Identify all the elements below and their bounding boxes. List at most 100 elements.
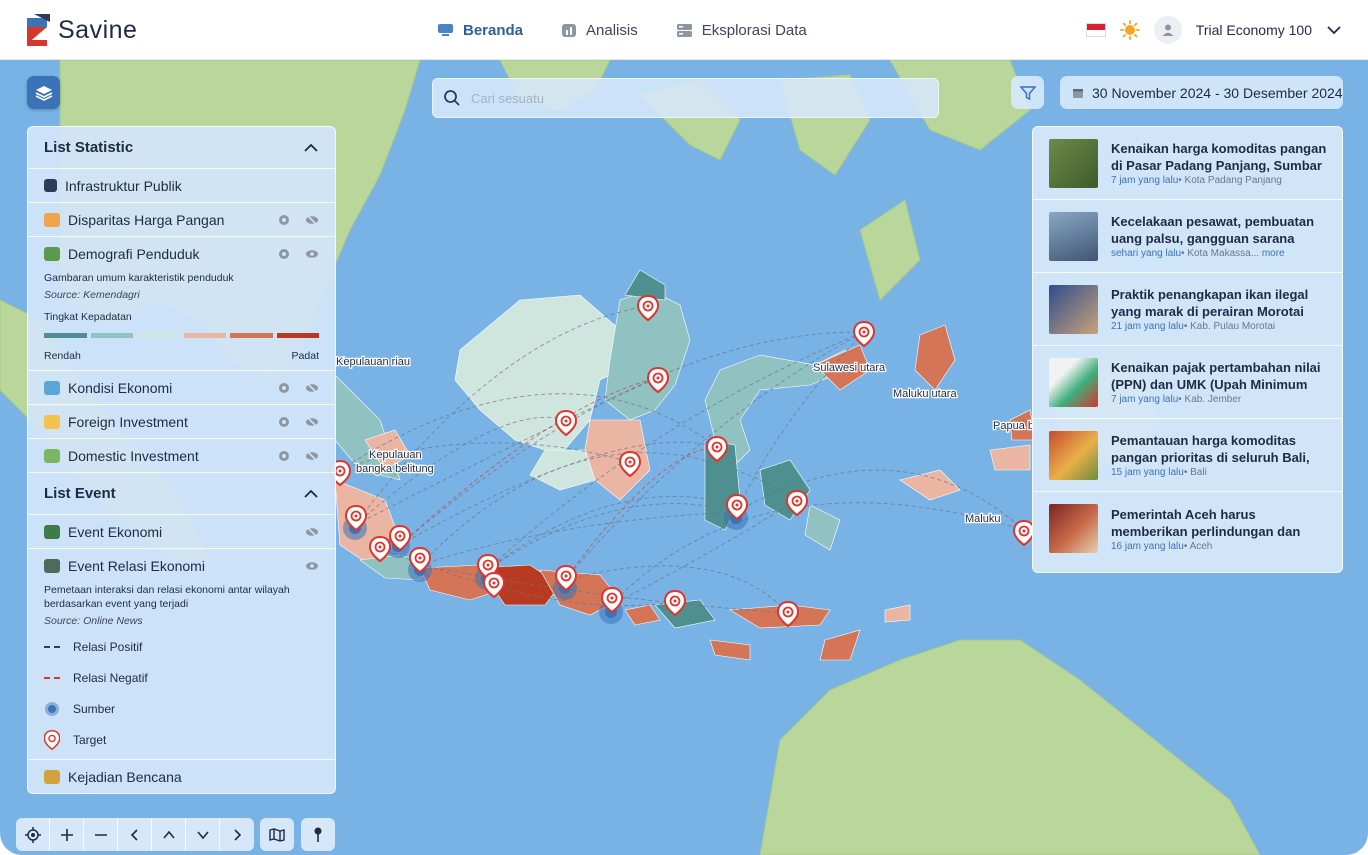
eye-off-icon[interactable]: [305, 415, 319, 429]
eye-icon[interactable]: [305, 247, 319, 261]
pan-right-button[interactable]: [220, 818, 254, 851]
stat-item-infrastruktur[interactable]: Infrastruktur Publik: [28, 169, 335, 203]
news-meta: 16 jam yang lalu• Aceh: [1111, 540, 1213, 552]
chart-icon: [562, 23, 577, 37]
user-name[interactable]: Trial Economy 100: [1196, 22, 1312, 38]
sun-icon[interactable]: [1119, 20, 1140, 40]
eye-off-icon[interactable]: [305, 381, 319, 395]
news-thumbnail: [1049, 430, 1098, 480]
news-item[interactable]: Kenaikan harga komoditas pangan di Pasar…: [1033, 127, 1342, 200]
legend-sumber: Sumber: [44, 693, 319, 724]
news-location: Bali: [1190, 467, 1207, 478]
pan-left-button[interactable]: [118, 818, 152, 851]
chevron-left-icon: [130, 828, 138, 841]
locate-button[interactable]: [16, 818, 50, 851]
eye-icon[interactable]: [305, 559, 319, 573]
legend-label: Sumber: [73, 701, 116, 716]
gear-icon[interactable]: [277, 213, 291, 227]
scale-high-label: Padat: [291, 350, 319, 362]
economy-icon: [44, 380, 60, 395]
pin-button[interactable]: [301, 818, 335, 851]
stat-item-kondisi-ekonomi[interactable]: Kondisi Ekonomi: [28, 371, 335, 405]
news-location: Kota Padang Panjang: [1184, 175, 1282, 186]
stat-item-foreign-investment[interactable]: Foreign Investment: [28, 405, 335, 439]
legend-label: Relasi Negatif: [73, 670, 148, 685]
gear-icon[interactable]: [277, 247, 291, 261]
money-bag-icon: [44, 448, 60, 463]
news-meta: 15 jam yang lalu• Bali: [1111, 467, 1207, 478]
news-item[interactable]: Kecelakaan pesawat, pembuatan uang palsu…: [1033, 200, 1342, 273]
demografi-description: Gambaran umum karakteristik penduduk: [44, 272, 234, 284]
density-scale: [44, 333, 319, 338]
dash-positive-icon: [44, 645, 64, 649]
label-papua-barat: Papua b: [993, 420, 1034, 432]
disaster-icon: [44, 770, 60, 784]
gear-icon[interactable]: [277, 449, 291, 463]
news-item[interactable]: Praktik penangkapan ikan ilegal yang mar…: [1033, 273, 1342, 346]
news-location: Kab. Pulau Morotai: [1190, 321, 1276, 332]
region-malut: [914, 324, 956, 391]
nav-eksplorasi-data[interactable]: Eksplorasi Data: [676, 22, 807, 39]
layers-button[interactable]: [27, 76, 60, 109]
event-item-relasi-ekonomi[interactable]: Event Relasi Ekonomi: [28, 549, 335, 583]
nav-analisis[interactable]: Analisis: [561, 22, 638, 39]
news-title: Kecelakaan pesawat, pembuatan uang palsu…: [1111, 214, 1315, 246]
building-icon: [44, 179, 57, 192]
density-scale-labels: Rendah Padat: [44, 350, 319, 362]
gear-icon[interactable]: [277, 415, 291, 429]
pan-up-button[interactable]: [152, 818, 186, 851]
date-range-button[interactable]: 30 November 2024 - 30 Desember 2024: [1060, 76, 1343, 109]
legend-relasi-negatif: Relasi Negatif: [44, 662, 319, 693]
stat-item-disparitas[interactable]: Disparitas Harga Pangan: [28, 203, 335, 237]
list-statistic-header[interactable]: List Statistic: [28, 127, 335, 169]
scale-swatch-1: [44, 333, 87, 338]
eye-off-icon[interactable]: [305, 449, 319, 463]
chevron-up-icon[interactable]: [303, 489, 319, 499]
filter-icon: [1019, 85, 1036, 100]
news-title: Kenaikan pajak pertambahan nilai (PPN) d…: [1111, 360, 1321, 392]
brand-logo[interactable]: Savine: [24, 12, 137, 48]
event-item-ekonomi[interactable]: Event Ekonomi: [28, 515, 335, 549]
stat-item-demografi[interactable]: Demografi Penduduk: [28, 237, 335, 271]
search-input[interactable]: [471, 90, 911, 106]
news-item[interactable]: Pemerintah Aceh harus memberikan perlind…: [1033, 492, 1342, 565]
eye-off-icon[interactable]: [305, 525, 319, 539]
australia: [759, 639, 1261, 855]
brand-name: Savine: [58, 15, 138, 44]
stat-item-label: Foreign Investment: [68, 413, 188, 430]
legend-relasi-positif: Relasi Positif: [44, 631, 319, 662]
stat-item-label: Domestic Investment: [68, 447, 199, 464]
list-event-header[interactable]: List Event: [28, 473, 335, 515]
list-statistic-title: List Statistic: [44, 139, 134, 156]
filter-button[interactable]: [1011, 76, 1044, 109]
demografi-source: Source: Kemendagri: [44, 289, 140, 301]
event-item-kejadian-bencana[interactable]: Kejadian Bencana: [28, 760, 335, 793]
dash-negative-icon: [44, 676, 64, 680]
news-time: 7 jam yang lalu: [1111, 175, 1179, 186]
chevron-up-icon[interactable]: [303, 143, 319, 153]
gear-icon[interactable]: [277, 381, 291, 395]
chevron-down-icon[interactable]: [1326, 25, 1342, 35]
density-scale-title: Tingkat Kepadatan: [44, 311, 132, 323]
region-islands: [884, 604, 911, 623]
news-more-link[interactable]: more: [1262, 248, 1285, 259]
basemap-button[interactable]: [260, 818, 294, 851]
network-icon: [44, 559, 60, 573]
eye-off-icon[interactable]: [305, 213, 319, 227]
news-item[interactable]: Pemantauan harga komoditas pangan priori…: [1033, 419, 1342, 492]
event-item-label: Event Relasi Ekonomi: [68, 558, 205, 574]
app-frame: Savine Beranda Analisis Eksplorasi Data: [0, 0, 1368, 855]
scale-swatch-6: [276, 333, 319, 338]
nav-beranda[interactable]: Beranda: [437, 22, 523, 39]
avatar[interactable]: [1153, 16, 1182, 44]
pan-down-button[interactable]: [186, 818, 220, 851]
top-bar: Savine Beranda Analisis Eksplorasi Data: [0, 0, 1368, 60]
news-time: 15 jam yang lalu: [1111, 467, 1184, 478]
indonesia-flag-icon[interactable]: [1085, 23, 1106, 37]
zoom-in-button[interactable]: [50, 818, 84, 851]
news-item[interactable]: Kenaikan pajak pertambahan nilai (PPN) d…: [1033, 346, 1342, 419]
label-sulawesi-utara: Sulawesi utara: [813, 362, 886, 374]
monitor-icon: [438, 23, 453, 36]
stat-item-domestic-investment[interactable]: Domestic Investment: [28, 439, 335, 473]
zoom-out-button[interactable]: [84, 818, 118, 851]
